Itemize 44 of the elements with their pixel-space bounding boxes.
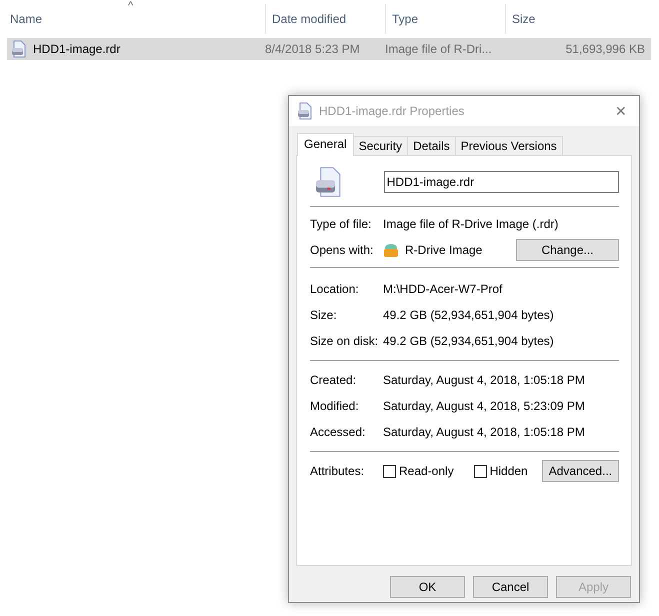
column-header[interactable]: Type — [392, 12, 418, 26]
field-label: Modified: — [310, 399, 360, 413]
dialog-button[interactable]: OK — [390, 576, 465, 598]
column-header[interactable]: Name — [10, 12, 42, 26]
field-value: Image file of R-Drive Image (.rdr) — [383, 217, 560, 231]
field-label: Type of file: — [310, 217, 372, 231]
file-row[interactable]: HDD1-image.rdr 8/4/2018 5:23 PM Image file of R-Dri... 51,693,996 KB — [7, 38, 651, 60]
file-name: HDD1-image.rdr — [33, 42, 120, 56]
checkbox[interactable] — [474, 464, 487, 478]
file-name-field[interactable]: HDD1-image.rdr — [384, 171, 619, 193]
checkbox[interactable] — [383, 464, 396, 478]
column-header[interactable]: Date modified — [272, 12, 346, 26]
drive-file-icon — [297, 102, 313, 120]
type-cell-text: Image file of R-Dri... — [385, 42, 493, 56]
checkbox-label: Hidden — [490, 464, 528, 478]
field-label: Attributes: — [310, 464, 366, 478]
size-cell-text: 51,693,996 KB — [564, 42, 646, 56]
field-label: Accessed: — [310, 425, 366, 439]
field-label: Location: — [310, 282, 360, 296]
field-value: M:\HDD-Acer-W7-Prof — [383, 282, 504, 296]
drive-file-icon — [315, 166, 342, 198]
change-button[interactable]: Change... — [516, 239, 619, 261]
tab[interactable]: Previous Versions — [454, 136, 563, 156]
field-value: R-Drive Image — [405, 243, 482, 257]
field-value: 49.2 GB (52,934,651,904 bytes) — [383, 334, 555, 348]
sort-indicator: ^ — [128, 0, 134, 12]
field-label: Size on disk: — [310, 334, 380, 348]
field-value: Saturday, August 4, 2018, 1:05:18 PM — [383, 425, 586, 439]
window-title: HDD1-image.rdr Properties — [319, 104, 466, 118]
dialog-button[interactable]: Cancel — [473, 576, 548, 598]
field-value: Saturday, August 4, 2018, 5:23:09 PM — [383, 399, 586, 413]
checkbox-label: Read-only — [399, 464, 454, 478]
field-label: Size: — [310, 308, 338, 322]
date-cell-text: 8/4/2018 5:23 PM — [265, 42, 361, 56]
drive-file-icon — [11, 40, 27, 58]
field-label: Created: — [310, 373, 358, 387]
advanced-button[interactable]: Advanced... — [542, 460, 619, 482]
field-label: Opens with: — [310, 243, 374, 257]
close-button[interactable]: ✕ — [611, 103, 631, 119]
column-header[interactable]: Size — [512, 12, 536, 26]
field-value: Saturday, August 4, 2018, 1:05:18 PM — [383, 373, 586, 387]
field-value: 49.2 GB (52,934,651,904 bytes) — [383, 308, 555, 322]
drive-app-icon — [383, 242, 399, 258]
tab[interactable]: General — [297, 133, 354, 156]
